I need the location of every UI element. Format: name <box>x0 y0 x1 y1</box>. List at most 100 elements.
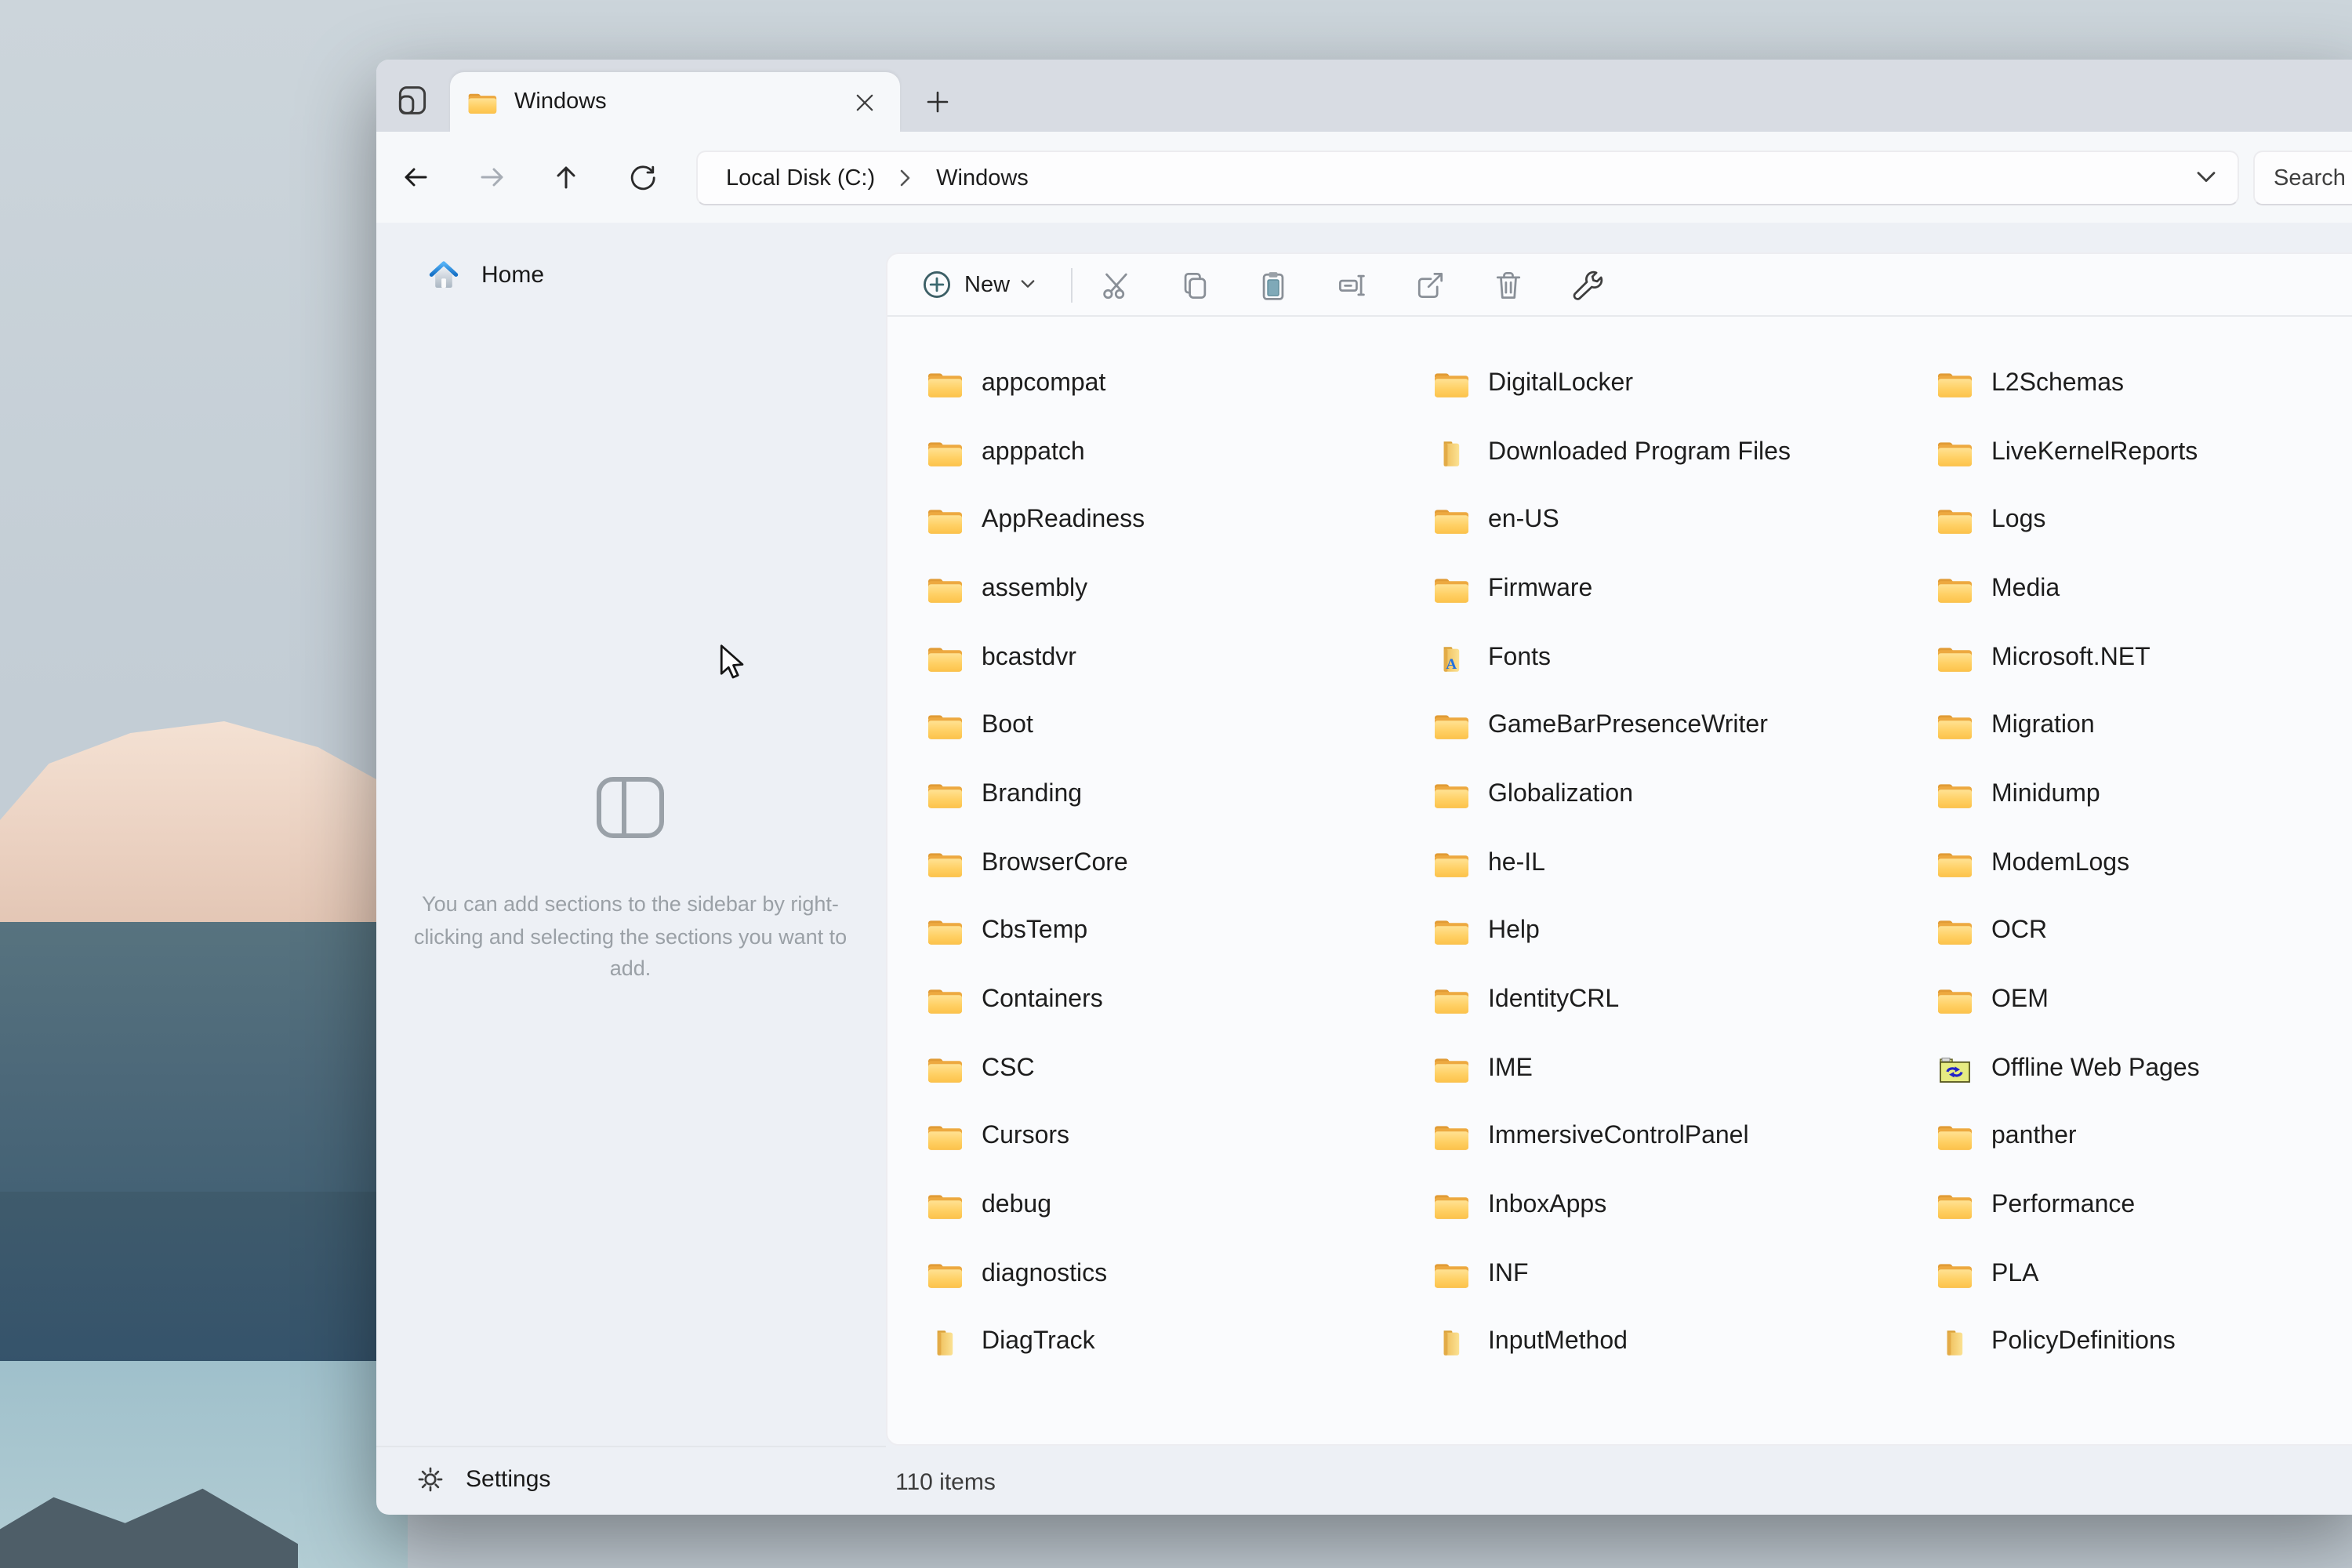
rename-button[interactable] <box>1325 258 1378 311</box>
file-item[interactable]: panther <box>1897 1103 2352 1171</box>
file-item[interactable]: Downloaded Program Files <box>1394 418 1897 486</box>
folder-fonts-icon: A <box>1433 644 1469 672</box>
file-item[interactable]: InputMethod <box>1394 1308 1897 1377</box>
file-item[interactable]: A Fonts <box>1394 624 1897 692</box>
sidebar-item-home[interactable]: Home <box>411 248 850 301</box>
file-item[interactable]: apppatch <box>887 418 1394 486</box>
file-explorer-window: Windows <box>376 60 2352 1515</box>
file-item[interactable]: Performance <box>1897 1172 2352 1240</box>
file-item[interactable]: InboxApps <box>1394 1172 1897 1240</box>
file-item[interactable]: diagnostics <box>887 1240 1394 1308</box>
file-item[interactable]: Logs <box>1897 487 2352 555</box>
forward-button[interactable] <box>467 152 517 202</box>
folder-legacy-web-icon <box>1936 1054 1973 1083</box>
address-bar[interactable]: Local Disk (C:) Windows <box>696 151 2239 205</box>
file-item-label: DigitalLocker <box>1488 370 1633 398</box>
file-item[interactable]: OEM <box>1897 966 2352 1034</box>
file-item[interactable]: GameBarPresenceWriter <box>1394 692 1897 760</box>
file-item[interactable]: appcompat <box>887 350 1394 418</box>
folder-side-icon <box>927 1329 963 1357</box>
file-item[interactable]: AppReadiness <box>887 487 1394 555</box>
paste-button[interactable] <box>1247 258 1300 311</box>
file-item[interactable]: Minidump <box>1897 760 2352 829</box>
search-box[interactable] <box>2253 151 2352 205</box>
refresh-button[interactable] <box>618 152 668 202</box>
breadcrumb-folder[interactable]: Windows <box>924 161 1041 195</box>
file-item[interactable]: Boot <box>887 692 1394 760</box>
copy-button[interactable] <box>1168 258 1221 311</box>
tab-windows[interactable]: Windows <box>450 72 900 132</box>
up-button[interactable] <box>541 152 591 202</box>
file-item[interactable]: DiagTrack <box>887 1308 1394 1377</box>
file-item[interactable]: IME <box>1394 1035 1897 1103</box>
folder-icon <box>1433 986 1469 1014</box>
file-item-label: Migration <box>1991 713 2095 741</box>
sidebar-sections-icon <box>594 775 666 840</box>
svg-text:A: A <box>1446 655 1457 672</box>
file-item[interactable]: he-IL <box>1394 829 1897 898</box>
folder-icon <box>1433 1123 1469 1152</box>
file-item[interactable]: LiveKernelReports <box>1897 418 2352 486</box>
file-item[interactable]: DigitalLocker <box>1394 350 1897 418</box>
file-item[interactable]: PolicyDefinitions <box>1897 1308 2352 1377</box>
file-item-label: bcastdvr <box>982 644 1076 672</box>
cut-button[interactable] <box>1090 258 1143 311</box>
file-item[interactable]: IdentityCRL <box>1394 966 1897 1034</box>
file-item-label: IME <box>1488 1054 1533 1083</box>
file-item[interactable]: CbsTemp <box>887 898 1394 966</box>
file-item[interactable]: OCR <box>1897 898 2352 966</box>
file-item-label: Cursors <box>982 1123 1069 1152</box>
sidebar-item-settings[interactable]: Settings <box>398 1452 853 1505</box>
file-item[interactable]: Firmware <box>1394 555 1897 623</box>
folder-icon <box>1433 918 1469 946</box>
folder-icon <box>927 370 963 398</box>
file-item[interactable]: Offline Web Pages <box>1897 1035 2352 1103</box>
file-item[interactable]: Help <box>1394 898 1897 966</box>
new-tab-button[interactable] <box>916 82 960 122</box>
file-item[interactable]: L2Schemas <box>1897 350 2352 418</box>
new-button[interactable]: New <box>908 260 1049 310</box>
file-item[interactable]: bcastdvr <box>887 624 1394 692</box>
file-item[interactable]: debug <box>887 1172 1394 1240</box>
file-item[interactable]: Migration <box>1897 692 2352 760</box>
file-item[interactable]: Microsoft.NET <box>1897 624 2352 692</box>
file-item[interactable]: BrowserCore <box>887 829 1394 898</box>
delete-button[interactable] <box>1482 258 1535 311</box>
home-icon <box>428 260 459 289</box>
wallpaper-dune <box>0 721 408 956</box>
tab-close-button[interactable] <box>845 83 883 121</box>
file-item[interactable]: en-US <box>1394 487 1897 555</box>
file-item[interactable]: Media <box>1897 555 2352 623</box>
file-item-label: debug <box>982 1192 1051 1220</box>
properties-wrench-button[interactable] <box>1560 258 1613 311</box>
file-item[interactable]: assembly <box>887 555 1394 623</box>
breadcrumb-drive[interactable]: Local Disk (C:) <box>713 161 887 195</box>
file-item-label: Globalization <box>1488 781 1633 809</box>
file-item-label: InputMethod <box>1488 1329 1628 1357</box>
file-item[interactable]: ImmersiveControlPanel <box>1394 1103 1897 1171</box>
file-item[interactable]: Cursors <box>887 1103 1394 1171</box>
file-item[interactable]: Containers <box>887 966 1394 1034</box>
address-dropdown-chevron-icon[interactable] <box>2197 171 2216 183</box>
folder-icon <box>1936 1261 1973 1289</box>
sidebar-settings-label: Settings <box>466 1465 550 1492</box>
file-item[interactable]: CSC <box>887 1035 1394 1103</box>
file-item[interactable]: Globalization <box>1394 760 1897 829</box>
file-item-label: Offline Web Pages <box>1991 1054 2200 1083</box>
file-item-label: panther <box>1991 1123 2077 1152</box>
file-item-label: Minidump <box>1991 781 2100 809</box>
file-item-label: appcompat <box>982 370 1105 398</box>
search-input[interactable] <box>2274 152 2352 204</box>
file-item-label: Fonts <box>1488 644 1551 672</box>
file-item[interactable]: PLA <box>1897 1240 2352 1308</box>
folder-icon <box>927 1192 963 1220</box>
file-item[interactable]: Branding <box>887 760 1394 829</box>
tab-list-button[interactable] <box>392 80 433 121</box>
share-button[interactable] <box>1403 258 1457 311</box>
file-item[interactable]: INF <box>1394 1240 1897 1308</box>
file-column-1: appcompat apppatch AppReadiness assembly… <box>887 350 1394 1377</box>
file-column-2: DigitalLocker Downloaded Program Files e… <box>1394 350 1897 1377</box>
chevron-right-icon <box>900 169 911 187</box>
back-button[interactable] <box>390 152 441 202</box>
file-item[interactable]: ModemLogs <box>1897 829 2352 898</box>
